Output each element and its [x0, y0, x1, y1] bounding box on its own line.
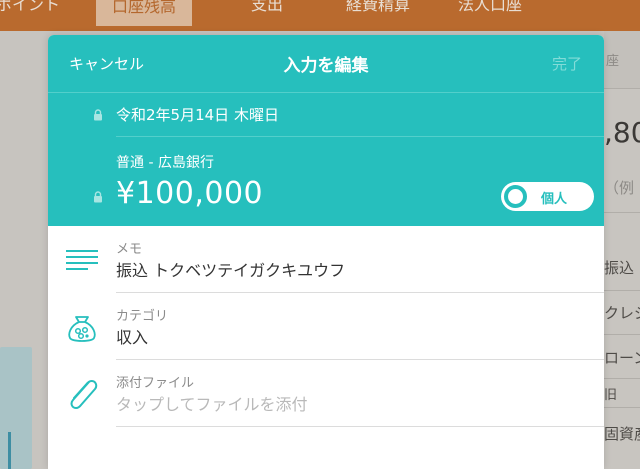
background-tab-expense-settlement: 経費精算 — [346, 0, 411, 14]
background-right-item: クレジ — [604, 304, 640, 322]
edit-entry-sheet: キャンセル 入力を編集 完了 令和2年5月14日 木曜日 普通 - 広島銀行 ¥… — [48, 35, 604, 469]
amount-value: ¥100,000 — [116, 176, 264, 211]
header-divider — [48, 92, 604, 93]
category-row[interactable]: カテゴリ 収入 — [48, 293, 604, 360]
toggle-knob — [504, 185, 527, 208]
lock-icon — [94, 109, 102, 121]
memo-lines-icon — [66, 250, 98, 270]
background-right-example: （例 — [604, 179, 635, 197]
row-divider — [116, 426, 604, 427]
memo-label: メモ — [116, 242, 143, 257]
done-button[interactable]: 完了 — [552, 53, 582, 74]
memo-value: 振込 トクベツテイガクキユウフ — [116, 261, 346, 280]
background-right-divider — [604, 212, 640, 213]
background-right-divider — [604, 334, 640, 335]
background-tab-balance: 口座残高 — [96, 0, 193, 26]
sheet-header: キャンセル 入力を編集 完了 令和2年5月14日 木曜日 普通 - 広島銀行 ¥… — [48, 35, 604, 226]
attachment-placeholder: タップしてファイルを添付 — [116, 395, 308, 414]
background-right-divider — [604, 407, 640, 408]
background-side-panel — [0, 347, 32, 469]
category-value: 収入 — [116, 328, 149, 347]
background-side-bar — [8, 432, 11, 469]
attachment-label: 添付ファイル — [116, 376, 195, 391]
memo-row[interactable]: メモ 振込 トクベツテイガクキユウフ — [48, 226, 604, 293]
money-bag-icon — [68, 316, 96, 342]
attachment-row[interactable]: 添付ファイル タップしてファイルを添付 — [48, 360, 604, 427]
background-right-header-text: 座 — [606, 54, 620, 69]
toggle-label: 個人 — [541, 192, 568, 207]
category-label: カテゴリ — [116, 309, 169, 324]
lock-icon — [94, 191, 102, 203]
personal-toggle[interactable]: 個人 — [501, 182, 594, 211]
background-tab-expense: 支出 — [251, 0, 284, 14]
background-right-divider — [604, 290, 640, 291]
date-field: 令和2年5月14日 木曜日 — [116, 106, 279, 124]
background-right-item: 旧 — [604, 388, 618, 403]
date-divider — [116, 136, 604, 137]
background-tab-points: ポイント — [0, 0, 61, 14]
background-right-item: ローン — [604, 349, 640, 367]
background-right-amount: ,80 — [604, 116, 640, 149]
background-tab-bar: ポイント 口座残高 支出 経費精算 法人口座 — [0, 0, 640, 31]
background-right-column — [604, 31, 640, 469]
account-label: 普通 - 広島銀行 — [116, 155, 214, 171]
background-right-divider — [604, 378, 640, 379]
background-right-item: 振込 — [604, 259, 635, 277]
sheet-title: 入力を編集 — [283, 56, 369, 76]
background-right-item: 固資産 — [604, 425, 640, 443]
paperclip-icon — [70, 380, 98, 409]
background-tab-corporate: 法人口座 — [458, 0, 523, 14]
